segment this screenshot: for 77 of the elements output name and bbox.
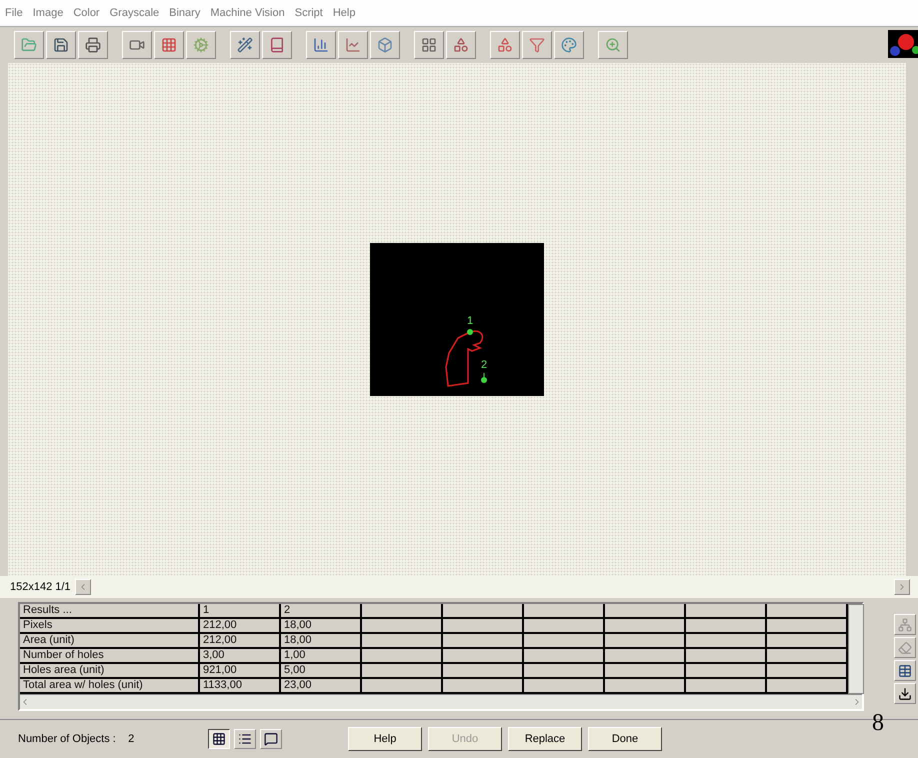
filter-icon (529, 37, 545, 53)
menu-item[interactable]: Image (32, 7, 64, 19)
tree-icon (898, 618, 912, 632)
toolbar-button[interactable] (154, 31, 184, 59)
toolbar-button[interactable] (186, 31, 216, 59)
toolbar-button[interactable] (262, 31, 292, 59)
row-label: Holes area (unit) (20, 664, 200, 679)
toolbar-button[interactable] (78, 31, 108, 59)
table-cell: 3,00 (200, 649, 281, 664)
toolbar-button[interactable] (370, 31, 400, 59)
toolbar-button[interactable] (338, 31, 368, 59)
menu-item[interactable]: File (5, 7, 23, 19)
table-cell: 212,00 (200, 619, 281, 634)
toolbar-button[interactable] (14, 31, 44, 59)
object-count-label: Number of Objects : 2 (18, 733, 136, 745)
view-mode-button[interactable] (208, 729, 230, 749)
menu-item[interactable]: Color (73, 7, 100, 19)
menu-item[interactable]: Help (332, 7, 356, 19)
toolbar-button[interactable] (230, 31, 260, 59)
save-button[interactable] (894, 683, 916, 704)
row-label: Area (unit) (20, 634, 200, 649)
object-number-label: 2 (481, 359, 488, 371)
toolbar-button[interactable] (554, 31, 584, 59)
table-cell: 18,00 (281, 619, 362, 634)
vertical-scrollbar[interactable] (848, 604, 864, 694)
scroll-right-button[interactable] (894, 579, 910, 595)
menu-item[interactable]: Grayscale (110, 7, 160, 19)
image-size-status: 152x142 1/1 (10, 581, 71, 593)
gear-icon (193, 37, 209, 53)
scroll-left-button[interactable] (74, 579, 91, 595)
book-icon (269, 37, 285, 53)
dialog-button[interactable]: Help (348, 727, 422, 751)
grid-tiles-icon (421, 37, 437, 53)
list-icon (238, 732, 252, 746)
table-cell: 5,00 (281, 664, 362, 679)
toolbar-button[interactable] (522, 31, 552, 59)
page-number: 8 (872, 710, 884, 737)
folder-open-icon (21, 37, 37, 53)
dialog-button[interactable]: Done (588, 727, 662, 751)
horizontal-scrollbar[interactable] (20, 694, 862, 709)
menu-item[interactable]: Binary (169, 7, 200, 19)
object-number-label: 1 (467, 315, 474, 327)
row-label: Pixels (20, 619, 200, 634)
column-header: Results ... (20, 604, 200, 619)
toolbar-button[interactable] (598, 31, 628, 59)
table-cell: 18,00 (281, 634, 362, 649)
toolbar-button[interactable] (306, 31, 336, 59)
bar-chart-icon (313, 37, 329, 53)
printer-icon (85, 37, 101, 53)
toolbar-button[interactable] (446, 31, 476, 59)
table-cell: 921,00 (200, 664, 281, 679)
toolbar-button[interactable] (414, 31, 444, 59)
row-label: Number of holes (20, 649, 200, 664)
grid-icon (212, 732, 226, 746)
column-header: 2 (281, 604, 362, 619)
palette-icon (561, 37, 577, 53)
speech-bubble-icon (264, 732, 278, 746)
tree-button[interactable] (894, 614, 916, 635)
magic-wand-icon (237, 37, 253, 53)
save-icon (898, 686, 912, 700)
cube-icon (377, 37, 393, 53)
table-icon (898, 664, 912, 678)
toolbar-button[interactable] (490, 31, 520, 59)
shapes-icon (453, 37, 469, 53)
dialog-button[interactable]: Replace (508, 727, 582, 751)
menu-item[interactable]: Machine Vision (210, 7, 285, 19)
zoom-icon (605, 37, 621, 53)
menu-item[interactable]: Script (294, 7, 323, 19)
table-cell: 1,00 (281, 649, 362, 664)
table-cell: 212,00 (200, 634, 281, 649)
grid-icon (161, 37, 177, 53)
eraser-icon (898, 640, 912, 654)
toolbar-button[interactable] (122, 31, 152, 59)
line-chart-icon (345, 37, 361, 53)
column-header: 1 (200, 604, 281, 619)
toolbar-button[interactable] (46, 31, 76, 59)
table-export-button[interactable] (894, 660, 916, 681)
